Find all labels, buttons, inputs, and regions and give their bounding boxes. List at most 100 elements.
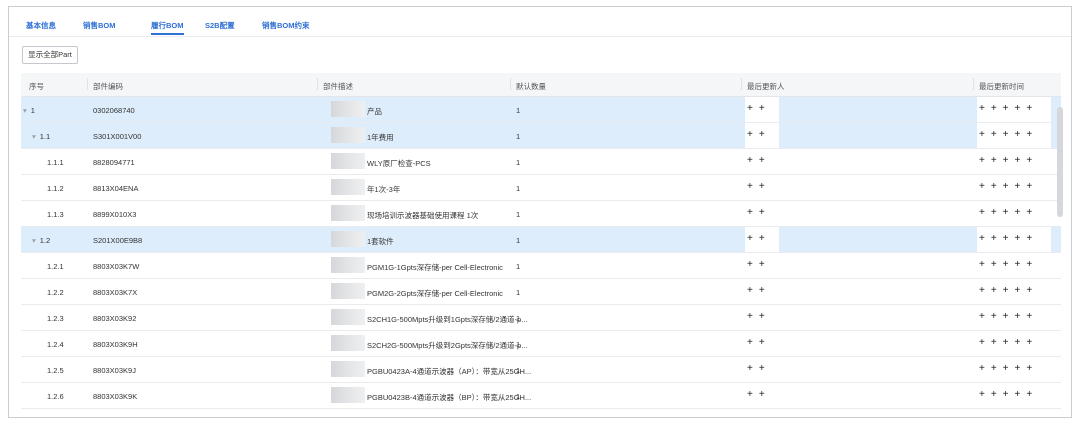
redaction-mark-icon: +++++ [979, 155, 1039, 166]
redaction-mark-icon: ++ [747, 389, 771, 400]
table-row[interactable]: 1.2.4 8803X03K9H S2CH2G-500Mpts升级到2Gpts深存储… [21, 331, 1061, 357]
redacted-thumbnail [331, 387, 365, 403]
row-seq: 1.2.5 [47, 366, 64, 375]
redaction-mark-icon: ++ [747, 207, 771, 218]
row-seq-cell: 1.2.5 [47, 366, 64, 375]
table-row[interactable]: ▾ 1.2 S201X00E9B8 1套软件 1 ++ +++++ [21, 227, 1061, 253]
tab-bar: 基本信息 销售BOM 履行BOM S2B配置 销售BOM约束 [9, 7, 1071, 37]
redaction-mark-icon: ++ [747, 259, 771, 270]
row-default-qty: 1 [516, 314, 521, 323]
redaction-mark-icon: +++++ [979, 311, 1039, 322]
row-part-code: 0302068740 [93, 106, 135, 115]
row-seq: 1.1.2 [47, 184, 64, 193]
column-header-updater: 最后更新人 [741, 78, 785, 91]
row-seq-cell: ▾ 1.2 [32, 236, 50, 245]
row-seq: 1.1.1 [47, 158, 64, 167]
row-default-qty: 1 [516, 132, 521, 141]
table-row[interactable]: 1.2.2 8803X03K7X PGM2G-2Gpts深存储-per Cell-E… [21, 279, 1061, 305]
column-header-desc: 部件描述 [317, 78, 353, 91]
table-row[interactable]: 1.1.3 8899X010X3 现场培训示波器基础使用课程 1次 1 ++ +++++ [21, 201, 1061, 227]
show-all-parts-button[interactable]: 显示全部Part [22, 46, 78, 64]
row-part-code: 8803X03K7W [93, 262, 140, 271]
redacted-thumbnail [331, 283, 365, 299]
redaction-mark-icon: ++ [747, 103, 771, 114]
redaction-mark-icon: +++++ [979, 181, 1039, 192]
tab-basic-info[interactable]: 基本信息 [26, 20, 56, 31]
redaction-mark-icon: ++ [747, 285, 771, 296]
redacted-update-time: +++++ [977, 279, 1051, 304]
row-seq: 1.1 [39, 132, 51, 141]
table-row[interactable]: 1.1.2 8813X04ENA 年1次-3年 1 ++ +++++ [21, 175, 1061, 201]
redacted-thumbnail [331, 101, 365, 117]
caret-down-icon[interactable]: ▾ [23, 106, 27, 115]
redacted-update-time: +++++ [977, 201, 1051, 226]
redacted-update-time: +++++ [977, 253, 1051, 278]
redacted-update-time: +++++ [977, 97, 1051, 122]
redacted-thumbnail [331, 231, 365, 247]
row-part-desc: PGBU0423A-4通道示波器（AP）：带宽从25GH... [367, 367, 532, 376]
row-seq-cell: 1.2.4 [47, 340, 64, 349]
row-part-code: 8803X03K7X [93, 288, 138, 297]
row-seq: 1.1.3 [47, 210, 64, 219]
redacted-updater: ++ [745, 253, 779, 278]
redacted-thumbnail [331, 205, 365, 221]
table-row[interactable]: ▾ 1 0302068740 产品 1 ++ +++++ [21, 97, 1061, 123]
table-row[interactable]: 1.2.6 8803X03K9K PGBU0423B-4通道示波器（BP）：带宽从2… [21, 383, 1061, 409]
tab-s2b-config[interactable]: S2B配置 [205, 20, 235, 31]
row-seq: 1.2.2 [47, 288, 64, 297]
row-default-qty: 1 [516, 392, 521, 401]
row-default-qty: 1 [516, 236, 521, 245]
row-seq-cell: 1.1.2 [47, 184, 64, 193]
vertical-scrollbar[interactable] [1057, 73, 1063, 417]
redacted-updater: ++ [745, 331, 779, 356]
table-row[interactable]: 1.1.1 8828094771 WLY原厂检查-PCS 1 ++ +++++ [21, 149, 1061, 175]
tab-sales-bom[interactable]: 销售BOM [83, 20, 116, 31]
table-row[interactable]: 1.2.5 8803X03K9J PGBU0423A-4通道示波器（AP）：带宽从2… [21, 357, 1061, 383]
row-seq-cell: 1.2.2 [47, 288, 64, 297]
redacted-thumbnail [331, 257, 365, 273]
scrollbar-thumb[interactable] [1057, 107, 1063, 217]
row-part-code: S201X00E9B8 [93, 236, 143, 245]
table-row[interactable]: ▾ 1.1 S301X001V00 1年费用 1 ++ +++++ [21, 123, 1061, 149]
row-seq: 1.2.1 [47, 262, 64, 271]
redacted-thumbnail [331, 179, 365, 195]
row-part-desc: 1年费用 [367, 133, 394, 142]
column-header-code: 部件编码 [87, 78, 123, 91]
redaction-mark-icon: +++++ [979, 337, 1039, 348]
table-row[interactable]: 1.2.3 8803X03K92 S2CH1G-500Mpts升级到1Gpts深存储… [21, 305, 1061, 331]
row-seq: 1.2.6 [47, 392, 64, 401]
row-part-code: 8803X03K92 [93, 314, 137, 323]
redacted-updater: ++ [745, 357, 779, 382]
row-part-desc: PGM2G-2Gpts深存储-per Cell-Electronic [367, 289, 503, 298]
row-part-code: 8813X04ENA [93, 184, 139, 193]
caret-down-icon[interactable]: ▾ [32, 132, 36, 141]
table-row[interactable]: 1.2.1 8803X03K7W PGM1G-1Gpts深存储-per Cell-E… [21, 253, 1061, 279]
row-part-desc: WLY原厂检查-PCS [367, 159, 431, 168]
tab-fulfillment-bom[interactable]: 履行BOM [151, 20, 184, 35]
redaction-mark-icon: ++ [747, 363, 771, 374]
tab-sales-bom-constraints[interactable]: 销售BOM约束 [262, 20, 310, 31]
redacted-updater: ++ [745, 201, 779, 226]
redacted-update-time: +++++ [977, 383, 1051, 408]
bom-table: 序号 部件编码 部件描述 默认数量 最后更新人 最后更新时间 ▾ 1 0302068… [21, 73, 1061, 409]
redacted-updater: ++ [745, 305, 779, 330]
redacted-update-time: +++++ [977, 175, 1051, 200]
row-part-code: 8803X03K9H [93, 340, 138, 349]
row-part-code: 8899X010X3 [93, 210, 137, 219]
bom-panel: 基本信息 销售BOM 履行BOM S2B配置 销售BOM约束 显示全部Part … [8, 6, 1072, 418]
redacted-updater: ++ [745, 227, 779, 252]
row-part-desc: 现场培训示波器基础使用课程 1次 [367, 211, 479, 220]
redaction-mark-icon: +++++ [979, 363, 1039, 374]
redaction-mark-icon: +++++ [979, 233, 1039, 244]
redacted-update-time: +++++ [977, 227, 1051, 252]
column-header-time: 最后更新时间 [973, 78, 1024, 91]
redaction-mark-icon: ++ [747, 155, 771, 166]
row-seq: 1.2 [39, 236, 51, 245]
redacted-updater: ++ [745, 175, 779, 200]
row-seq: 1.2.4 [47, 340, 64, 349]
row-default-qty: 1 [516, 288, 521, 297]
redacted-update-time: +++++ [977, 123, 1051, 148]
row-part-desc: PGM1G-1Gpts深存储-per Cell-Electronic [367, 263, 503, 272]
caret-down-icon[interactable]: ▾ [32, 236, 36, 245]
row-part-desc: S2CH2G-500Mpts升级到2Gpts深存储/2通道-p... [367, 341, 528, 350]
